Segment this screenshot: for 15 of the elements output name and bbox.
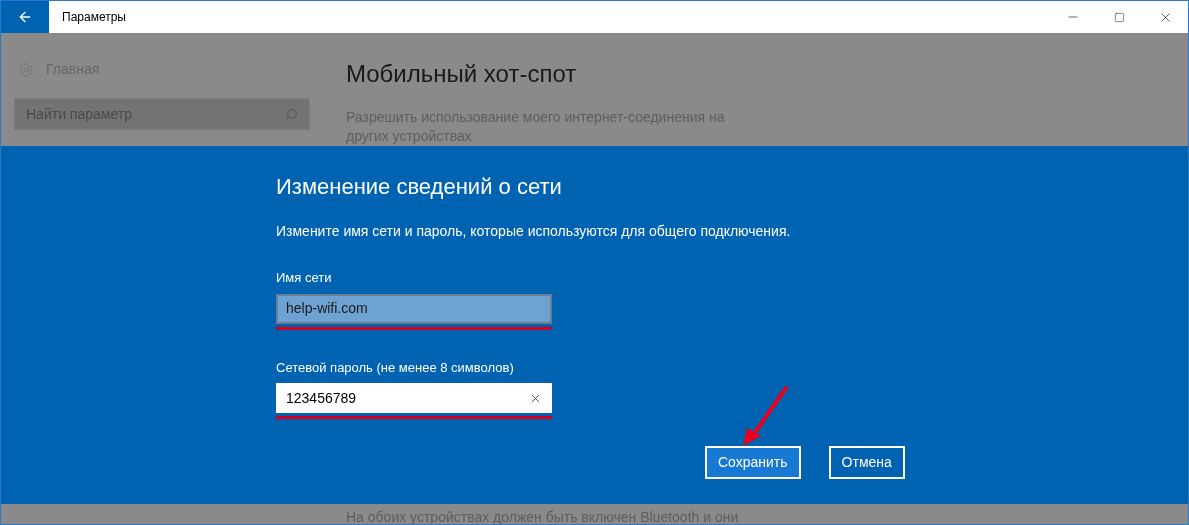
back-arrow-icon	[17, 9, 33, 25]
save-button[interactable]: Сохранить	[705, 446, 801, 479]
cancel-button[interactable]: Отмена	[828, 446, 905, 479]
text-field[interactable]: 123456789	[276, 383, 552, 413]
field-label: Имя сети	[276, 269, 333, 287]
search-icon	[285, 107, 298, 121]
dialog-title: Изменение сведений о сети	[276, 173, 563, 201]
window-title: Параметры	[62, 9, 126, 26]
page-title: Мобильный хот-спот	[346, 59, 578, 89]
settings-icon	[18, 61, 34, 78]
text-field[interactable]: help-wifi.com	[276, 293, 552, 324]
dialog-instruction: Измените имя сети и пароль, которые используются для общего подключения.	[276, 222, 792, 241]
field-label: Сетевой пароль (не менее 8 символов)	[276, 358, 515, 377]
maximize-icon	[1113, 11, 1125, 23]
back-button[interactable]	[1, 1, 49, 33]
